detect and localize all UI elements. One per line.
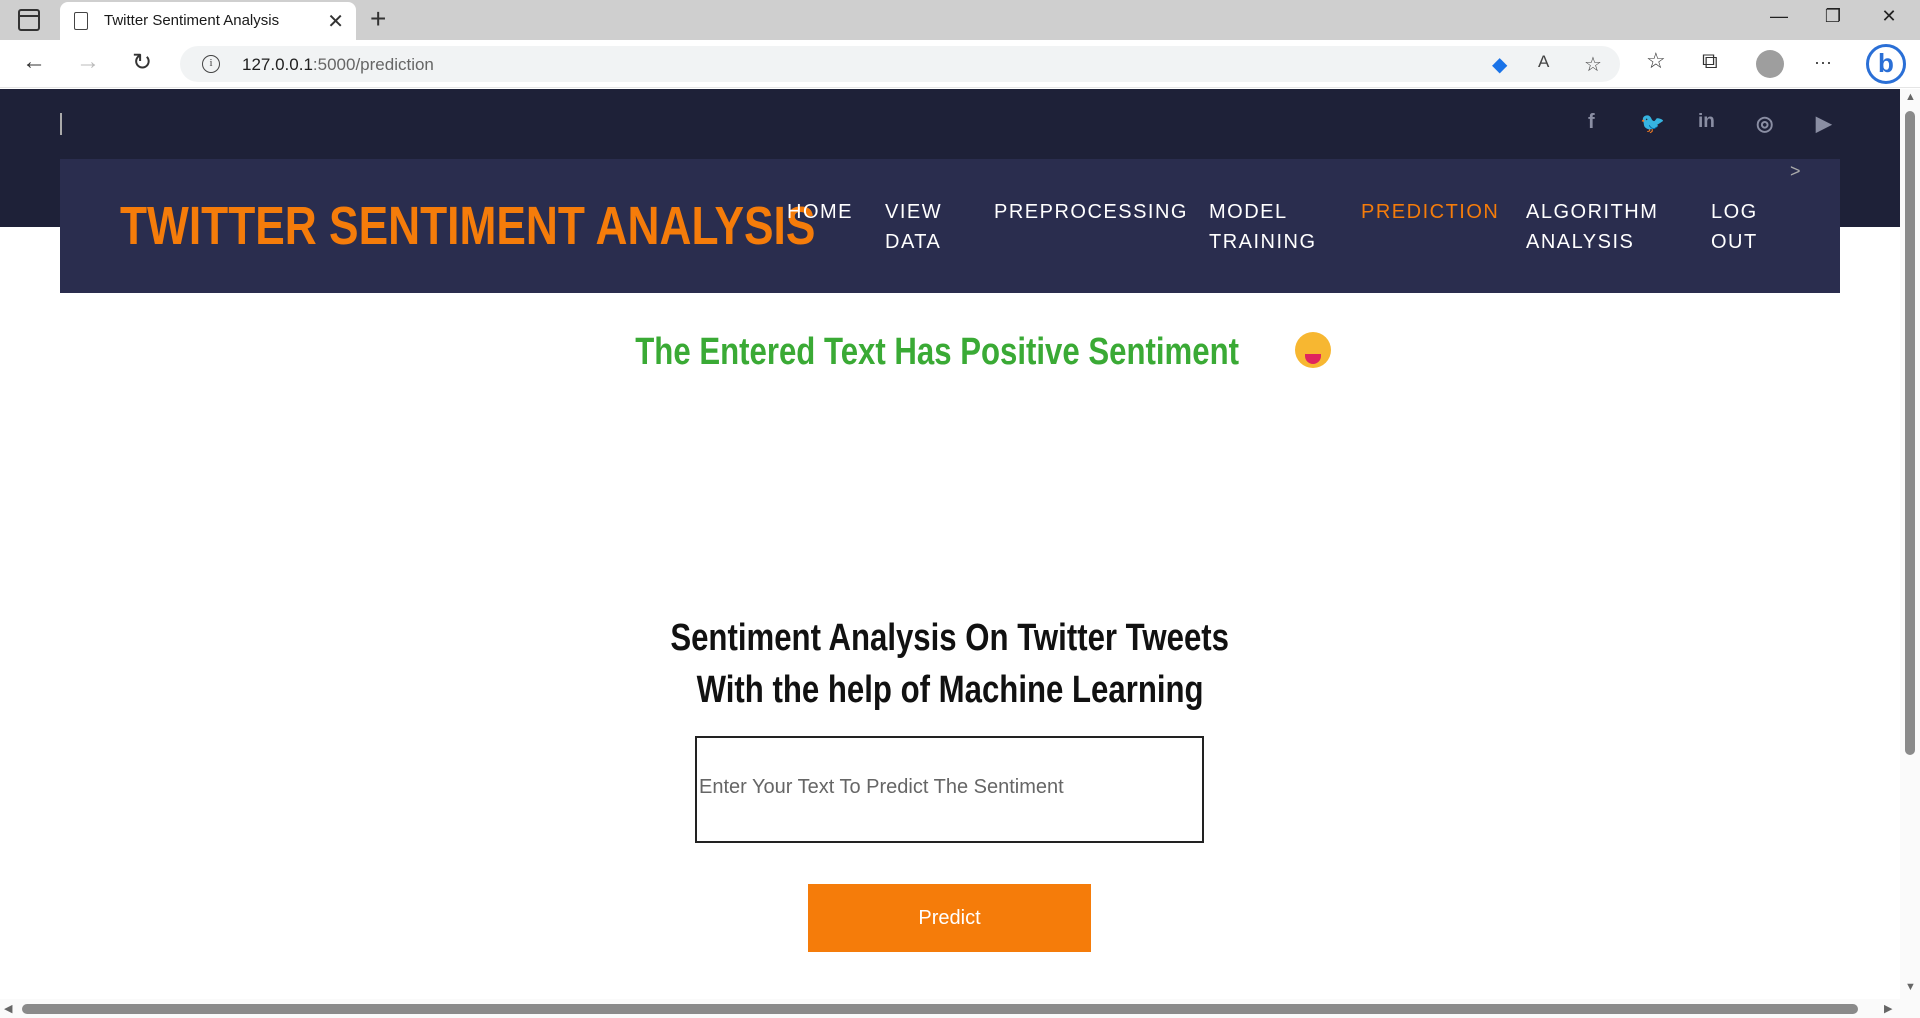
page-heading-line1: Sentiment Analysis On Twitter Tweets <box>0 617 1900 660</box>
nav-log-out-line1: LOG <box>1711 201 1758 223</box>
new-tab-button[interactable]: + <box>370 3 386 35</box>
read-aloud-icon[interactable]: A <box>1538 52 1549 72</box>
tab-close-icon[interactable]: ✕ <box>327 9 344 34</box>
vertical-scroll-thumb[interactable] <box>1905 111 1915 755</box>
reload-button[interactable]: ↻ <box>132 48 152 77</box>
scroll-right-icon[interactable]: ▶ <box>1884 1002 1892 1015</box>
address-bar[interactable]: i 127.0.0.1:5000/prediction ◆ A ☆ <box>180 46 1620 82</box>
close-window-button[interactable]: ✕ <box>1866 6 1912 27</box>
coupon-tag-icon[interactable]: ◆ <box>1492 52 1507 77</box>
nav-model-training-line1: MODEL <box>1209 201 1288 223</box>
nav-preprocessing[interactable]: PREPROCESSING <box>994 197 1188 227</box>
nav-log-out[interactable]: LOG OUT <box>1711 197 1758 257</box>
nav-home-label: HOME <box>787 201 853 223</box>
back-button[interactable]: ← <box>22 48 46 76</box>
nav-model-training-line2: TRAINING <box>1209 231 1317 253</box>
browser-tab[interactable]: Twitter Sentiment Analysis ✕ <box>60 2 356 40</box>
horizontal-scroll-thumb[interactable] <box>22 1004 1858 1014</box>
instagram-icon[interactable]: ◎ <box>1756 111 1773 136</box>
main-navbar: TWITTER SENTIMENT ANALYSIS HOME VIEW DATA… <box>60 159 1840 293</box>
heading-line2-text: With the help of Machine Learning <box>696 669 1204 711</box>
predict-button[interactable]: Predict <box>808 884 1091 952</box>
winking-tongue-emoji-icon <box>1295 332 1332 368</box>
browser-toolbar: ← → ↻ i 127.0.0.1:5000/prediction ◆ A ☆ … <box>0 40 1920 88</box>
horizontal-scrollbar[interactable]: ◀ ▶ <box>0 999 1900 1018</box>
twitter-icon[interactable]: 🐦 <box>1640 111 1665 136</box>
favorites-icon[interactable]: ☆ <box>1646 48 1666 74</box>
tab-strip: Twitter Sentiment Analysis ✕ + — ❐ ✕ <box>0 0 1920 40</box>
page-icon <box>74 12 88 30</box>
url-host: 127.0.0.1 <box>242 55 313 74</box>
facebook-icon[interactable]: f <box>1588 111 1595 134</box>
tab-title: Twitter Sentiment Analysis <box>104 12 280 29</box>
nav-preprocessing-label: PREPROCESSING <box>994 201 1188 223</box>
forward-button[interactable]: → <box>76 48 100 76</box>
minimize-button[interactable]: — <box>1756 6 1802 27</box>
nav-model-training[interactable]: MODEL TRAINING <box>1209 197 1317 257</box>
youtube-icon[interactable]: ▶ <box>1816 111 1831 136</box>
web-page: f 🐦 in ◎ ▶ TWITTER SENTIMENT ANALYSIS HO… <box>0 89 1900 999</box>
collections-icon[interactable]: ⧉ <box>1702 48 1718 74</box>
more-menu-icon[interactable]: ··· <box>1814 52 1832 73</box>
linkedin-icon[interactable]: in <box>1698 111 1715 133</box>
vertical-scrollbar[interactable]: ▲ ▼ <box>1900 89 1920 1018</box>
restore-button[interactable]: ❐ <box>1810 6 1856 27</box>
top-divider <box>60 113 62 135</box>
nav-view-data-line2: DATA <box>885 231 942 253</box>
text-input-box <box>695 736 1204 843</box>
scroll-up-icon[interactable]: ▲ <box>1905 91 1916 103</box>
sentiment-text-input[interactable] <box>697 738 1202 841</box>
nav-view-data[interactable]: VIEW DATA <box>885 197 942 257</box>
page-heading-line2: With the help of Machine Learning <box>0 669 1900 712</box>
nav-log-out-line2: OUT <box>1711 231 1758 253</box>
nav-algorithm-analysis-line2: ANALYSIS <box>1526 231 1635 253</box>
nav-algorithm-analysis-line1: ALGORITHM <box>1526 201 1659 223</box>
prediction-result: The Entered Text Has Positive Sentiment <box>0 331 1900 374</box>
bing-copilot-icon[interactable]: b <box>1866 44 1906 84</box>
add-favorite-icon[interactable]: ☆ <box>1584 52 1602 77</box>
scroll-down-icon[interactable]: ▼ <box>1905 981 1916 993</box>
nav-algorithm-analysis[interactable]: ALGORITHM ANALYSIS <box>1526 197 1658 257</box>
nav-home[interactable]: HOME <box>787 197 853 227</box>
chevron-right-icon[interactable]: > <box>1790 161 1801 182</box>
url-path: :5000/prediction <box>312 55 434 74</box>
profile-avatar[interactable] <box>1756 50 1784 78</box>
site-info-icon[interactable]: i <box>202 55 220 73</box>
url-text: 127.0.0.1:5000/prediction <box>242 55 434 75</box>
nav-prediction[interactable]: PREDICTION <box>1361 197 1499 227</box>
result-text: The Entered Text Has Positive Sentiment <box>634 331 1239 373</box>
heading-line1-text: Sentiment Analysis On Twitter Tweets <box>670 617 1230 659</box>
tab-actions-icon[interactable] <box>18 9 40 31</box>
nav-view-data-line1: VIEW <box>885 201 943 223</box>
browser-window: Twitter Sentiment Analysis ✕ + — ❐ ✕ ← →… <box>0 0 1920 1018</box>
nav-prediction-label: PREDICTION <box>1361 201 1500 223</box>
site-brand[interactable]: TWITTER SENTIMENT ANALYSIS <box>120 195 815 257</box>
scroll-left-icon[interactable]: ◀ <box>4 1002 12 1015</box>
